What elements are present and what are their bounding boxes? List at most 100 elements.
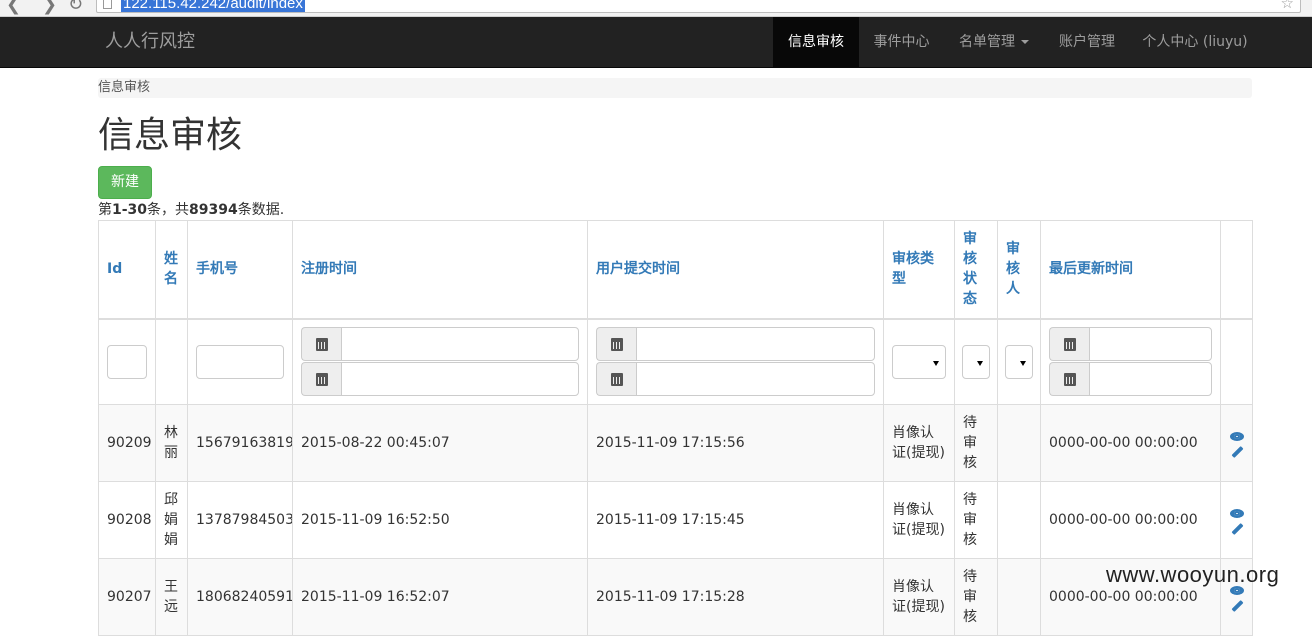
updated-time-from-input[interactable]: [1089, 327, 1212, 362]
cell-auditor: [997, 404, 1041, 482]
cell-name: 林丽: [155, 404, 188, 482]
register-time-to-input[interactable]: [341, 362, 579, 397]
watermark: www.wooyun.org: [1106, 562, 1280, 587]
cell-audit-status: 待审核: [954, 558, 998, 636]
cell-auditor: [997, 481, 1041, 559]
cell-audit-type: 肖像认证(提现): [883, 558, 955, 636]
new-button[interactable]: 新建: [98, 166, 152, 199]
submit-time-from-input[interactable]: [636, 327, 875, 362]
filter-cell-submit-time: [587, 318, 884, 405]
submit-time-to-input[interactable]: [636, 362, 875, 397]
filter-cell-phone: [187, 318, 293, 405]
cell-register-time: 2015-11-09 16:52:07: [292, 558, 588, 636]
submit-time-to: [596, 362, 875, 397]
cell-updated-time: 0000-00-00 00:00:00: [1040, 404, 1221, 482]
cell-audit-type: 肖像认证(提现): [883, 481, 955, 559]
cell-phone: 15679163819: [187, 404, 293, 482]
back-icon[interactable]: ❮: [6, 0, 21, 15]
caret-down-icon: [1021, 40, 1029, 44]
col-header-phone[interactable]: 手机号: [187, 220, 293, 320]
summary-mid: 条，共: [147, 202, 190, 218]
forward-icon[interactable]: ❯: [42, 0, 57, 15]
summary-total: 89394: [189, 202, 238, 218]
cell-name: 王远: [155, 558, 188, 636]
nav-item-events[interactable]: 事件中心: [859, 17, 944, 67]
audit-type-select[interactable]: [892, 344, 946, 379]
cell-actions: [1220, 481, 1253, 559]
calendar-button[interactable]: [1049, 362, 1089, 397]
page-title: 信息审核: [98, 115, 243, 156]
calendar-icon: [315, 372, 328, 386]
filter-id-input[interactable]: [107, 344, 147, 379]
table-row: 90209 林丽 15679163819 2015-08-22 00:45:07…: [98, 404, 1253, 482]
nav-item-lists-label: 名单管理: [959, 34, 1015, 50]
calendar-button[interactable]: [301, 327, 341, 362]
nav-item-audit[interactable]: 信息审核: [773, 17, 859, 67]
top-navbar: 人人行风控 信息审核 事件中心 名单管理 账户管理 个人中心 (liuyu): [0, 17, 1312, 68]
summary-suffix: 条数据.: [237, 202, 285, 218]
cell-audit-status: 待审核: [954, 481, 998, 559]
summary-prefix: 第: [98, 202, 112, 218]
col-header-audit-status[interactable]: 审核状态: [954, 220, 998, 320]
cell-phone: 18068240591: [187, 558, 293, 636]
col-header-actions: [1220, 220, 1253, 320]
filter-cell-register-time: [292, 318, 588, 405]
calendar-icon: [610, 372, 623, 386]
calendar-button[interactable]: [1049, 327, 1089, 362]
filter-cell-name: [155, 318, 188, 405]
brand-logo[interactable]: 人人行风控: [105, 17, 195, 67]
filter-cell-actions: [1220, 318, 1253, 405]
cell-actions: [1220, 404, 1253, 482]
nav-item-accounts[interactable]: 账户管理: [1044, 17, 1130, 67]
cell-audit-status: 待审核: [954, 404, 998, 482]
col-header-name[interactable]: 姓名: [155, 220, 188, 320]
pencil-icon[interactable]: [1231, 445, 1244, 459]
audit-status-select[interactable]: [962, 344, 990, 379]
filter-cell-updated-time: [1040, 318, 1221, 405]
pencil-icon[interactable]: [1231, 599, 1244, 613]
nav-item-profile[interactable]: 个人中心 (liuyu): [1130, 17, 1260, 67]
pencil-icon[interactable]: [1231, 522, 1244, 536]
col-header-auditor[interactable]: 审核人: [997, 220, 1041, 320]
calendar-button[interactable]: [596, 362, 636, 397]
register-time-to: [301, 362, 579, 397]
reload-icon[interactable]: ↻: [68, 0, 83, 15]
page-icon: [103, 0, 112, 9]
audit-table: Id 姓名 手机号 注册时间 用户提交时间 审核类型 审核状态 审核人 最后更新…: [98, 220, 1253, 636]
summary-range: 1-30: [112, 202, 148, 218]
cell-submit-time: 2015-11-09 17:15:56: [587, 404, 884, 482]
filter-phone-input[interactable]: [196, 344, 284, 379]
auditor-select[interactable]: [1005, 344, 1033, 379]
cell-id: 90207: [98, 558, 156, 636]
cell-audit-type: 肖像认证(提现): [883, 404, 955, 482]
calendar-icon: [315, 337, 328, 351]
col-header-id[interactable]: Id: [98, 220, 156, 320]
col-header-updated-time[interactable]: 最后更新时间: [1040, 220, 1221, 320]
updated-time-from: [1049, 327, 1212, 362]
calendar-button[interactable]: [301, 362, 341, 397]
eye-icon[interactable]: [1230, 509, 1244, 518]
url-text[interactable]: 122.115.42.242/audit/index: [121, 0, 305, 12]
table-row: 90208 邱娟娟 13787984503 2015-11-09 16:52:5…: [98, 481, 1253, 559]
audit-grid: Id 姓名 手机号 注册时间 用户提交时间 审核类型 审核状态 审核人 最后更新…: [98, 220, 1253, 636]
browser-toolbar: ❮ ❯ ↻ 122.115.42.242/audit/index ☆: [0, 0, 1312, 17]
col-header-submit-time[interactable]: 用户提交时间: [587, 220, 884, 320]
address-bar[interactable]: 122.115.42.242/audit/index ☆: [96, 0, 1301, 13]
bookmark-star-icon[interactable]: ☆: [1281, 0, 1294, 12]
calendar-icon: [610, 337, 623, 351]
cell-name: 邱娟娟: [155, 481, 188, 559]
calendar-icon: [1063, 372, 1076, 386]
updated-time-to: [1049, 362, 1212, 397]
updated-time-to-input[interactable]: [1089, 362, 1212, 397]
register-time-from-input[interactable]: [341, 327, 579, 362]
cell-id: 90209: [98, 404, 156, 482]
nav-item-lists[interactable]: 名单管理: [944, 17, 1044, 67]
col-header-register-time[interactable]: 注册时间: [292, 220, 588, 320]
filter-row: [98, 318, 1253, 405]
eye-icon[interactable]: [1230, 432, 1244, 441]
result-summary: 第1-30条，共89394条数据.: [98, 201, 284, 219]
col-header-audit-type[interactable]: 审核类型: [883, 220, 955, 320]
calendar-button[interactable]: [596, 327, 636, 362]
filter-cell-audit-status: [954, 318, 998, 405]
filter-cell-auditor: [997, 318, 1041, 405]
